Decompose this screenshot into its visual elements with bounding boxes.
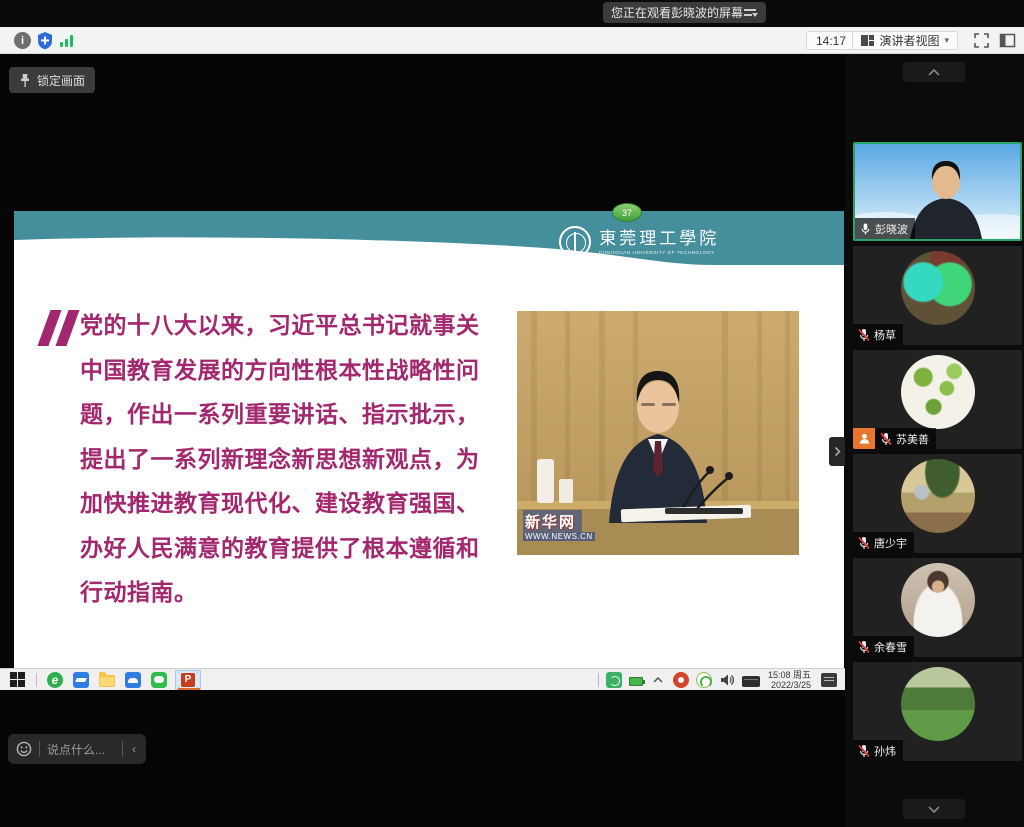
- avatar: [901, 667, 975, 741]
- avatar: [901, 355, 975, 429]
- netdisk-cloud-icon: [125, 672, 141, 688]
- tray-red-app-icon: [673, 672, 689, 688]
- windows-start-icon: [10, 672, 26, 688]
- mic-muted-icon: [858, 536, 870, 550]
- tray-sync-icon: [606, 672, 622, 688]
- slide-page-badge: 37: [612, 203, 642, 222]
- powerpoint-taskbar-button: P: [175, 670, 201, 690]
- view-mode-button[interactable]: 演讲者视图 ▾: [852, 31, 958, 50]
- participant-tile-pengxiaobo[interactable]: 彭晓波: [853, 142, 1022, 241]
- chat-input[interactable]: 说点什么...: [47, 741, 115, 758]
- taskbar-clock: 15:08 周五 2022/3/25: [768, 670, 811, 690]
- taskbar-clock-date: 2022/3/25: [768, 680, 811, 690]
- slide-quote-text: 党的十八大以来，习近平总书记就事关 中国教育发展的方向性根本性战略性问 题，作出…: [80, 303, 500, 615]
- taskbar-clock-time: 15:08 周五: [768, 670, 811, 680]
- participant-name: 余春雪: [874, 639, 907, 655]
- blue-app-icon: [73, 672, 89, 688]
- meeting-window: 您正在观看彭晓波的屏幕 i 14:17 演讲者视图 ▾ 锁定画面: [0, 0, 1024, 827]
- leader-photo: 新华网 WWW.NEWS.CN: [517, 311, 799, 555]
- photo-watermark: 新华网 WWW.NEWS.CN: [523, 510, 595, 541]
- tray-separator: [598, 673, 599, 687]
- participant-name: 彭晓波: [875, 221, 908, 237]
- info-icon[interactable]: i: [14, 32, 31, 49]
- participant-tile-tangshaoyu[interactable]: 唐少宇: [853, 454, 1022, 553]
- chat-collapse-icon[interactable]: ‹: [130, 742, 138, 756]
- fullscreen-icon[interactable]: [973, 32, 990, 49]
- emoji-icon[interactable]: [16, 741, 32, 757]
- system-tray: 15:08 周五 2022/3/25: [588, 669, 845, 691]
- file-explorer-icon: [99, 675, 115, 687]
- avatar: [901, 563, 975, 637]
- toggle-sidebar-icon[interactable]: [999, 32, 1016, 49]
- lock-view-label: 锁定画面: [37, 72, 85, 89]
- avatar: [901, 251, 975, 325]
- tray-expand-icon: [650, 672, 666, 688]
- participant-tile-sunwei[interactable]: 孙炜: [853, 662, 1022, 761]
- tray-battery-icon: [629, 677, 643, 686]
- participant-name: 苏美善: [896, 431, 929, 447]
- watermark-url: WWW.NEWS.CN: [523, 532, 595, 541]
- sidebar-collapse-button[interactable]: [903, 62, 965, 82]
- top-strip: 您正在观看彭晓波的屏幕: [0, 0, 1024, 27]
- sidebar-expand-handle[interactable]: [829, 437, 846, 466]
- university-name-en: DONGGUAN UNIVERSITY OF TECHNOLOGY: [599, 250, 715, 255]
- mic-icon: [860, 222, 871, 236]
- participant-name: 孙炜: [874, 743, 896, 759]
- watermark-name: 新华网: [523, 510, 582, 532]
- caret-down-icon: ▾: [944, 35, 949, 46]
- university-name-cn: 東莞理工學院: [599, 224, 822, 249]
- pin-icon: [19, 73, 31, 88]
- browser-icon: e: [47, 672, 63, 688]
- banner-menu-icon[interactable]: [744, 7, 758, 19]
- wechat-icon: [151, 672, 167, 688]
- university-logo: 東莞理工學院 DONGGUAN UNIVERSITY OF TECHNOLOGY: [559, 224, 822, 260]
- shared-slide: 東莞理工學院 DONGGUAN UNIVERSITY OF TECHNOLOGY…: [14, 211, 844, 668]
- tray-volume-icon: [719, 672, 735, 688]
- security-shield-icon[interactable]: [36, 31, 54, 50]
- windows-taskbar: e P 15:08 周五 2022/3/25: [0, 668, 845, 690]
- powerpoint-icon: P: [181, 673, 195, 687]
- avatar: [901, 459, 975, 533]
- chat-bar: 说点什么... ‹: [8, 734, 146, 764]
- tray-keyboard-icon: [742, 676, 760, 687]
- tray-notes-icon: [821, 673, 837, 687]
- chat-divider: [122, 741, 123, 757]
- mic-muted-icon: [858, 328, 870, 342]
- participant-tile-yangcao[interactable]: 杨草: [853, 246, 1022, 345]
- tray-safe-icon: [696, 672, 712, 688]
- view-mode-label: 演讲者视图: [879, 32, 939, 49]
- watching-banner: 您正在观看彭晓波的屏幕: [603, 2, 766, 23]
- lock-view-button[interactable]: 锁定画面: [9, 67, 95, 93]
- scroll-down-button[interactable]: [903, 799, 965, 819]
- taskbar-separator: [36, 673, 37, 687]
- host-badge-icon: [853, 428, 875, 449]
- participants-sidebar: 彭晓波 杨草: [845, 54, 1024, 827]
- slide-header-band: 東莞理工學院 DONGGUAN UNIVERSITY OF TECHNOLOGY: [14, 211, 844, 265]
- participant-tile-yuchunxue[interactable]: 余春雪: [853, 558, 1022, 657]
- participant-name: 杨草: [874, 327, 896, 343]
- layout-icon: [861, 35, 874, 46]
- watching-banner-text: 您正在观看彭晓波的屏幕: [611, 4, 743, 21]
- mic-muted-icon: [858, 744, 870, 758]
- chat-divider: [39, 741, 40, 757]
- mic-muted-icon: [880, 432, 892, 446]
- meeting-time-label: 14:17: [806, 31, 856, 50]
- quote-mark: [40, 310, 84, 346]
- university-emblem-icon: [559, 226, 591, 258]
- network-signal-icon[interactable]: [58, 32, 76, 49]
- mic-muted-icon: [858, 640, 870, 654]
- participant-name: 唐少宇: [874, 535, 907, 551]
- participant-tile-sumeishan[interactable]: 苏美善: [853, 350, 1022, 449]
